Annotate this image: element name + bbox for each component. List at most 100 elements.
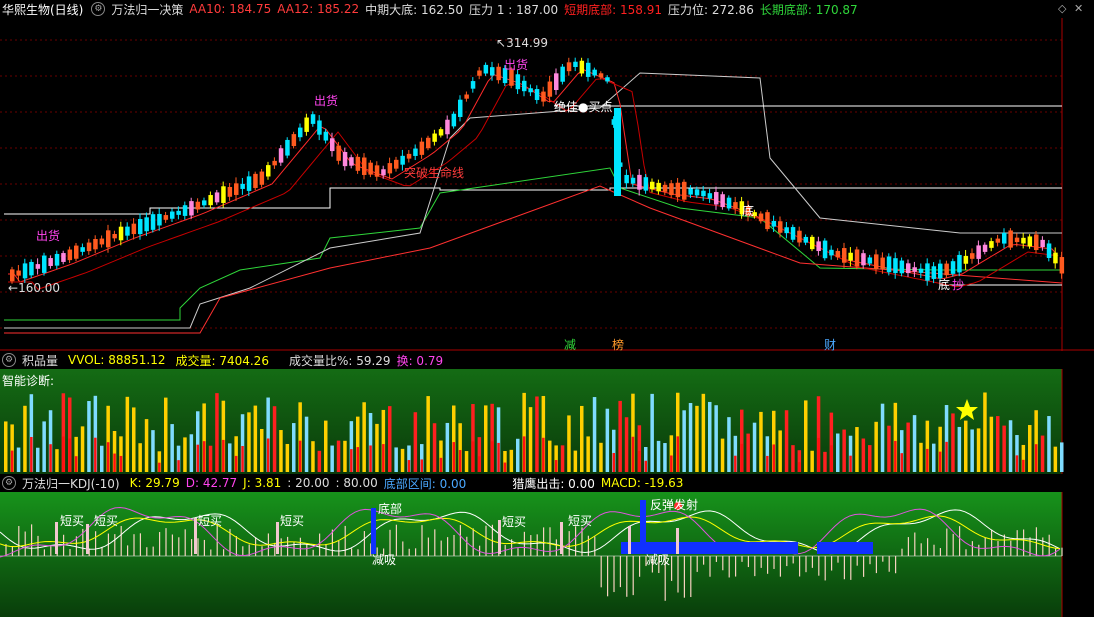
- settings-gear-icon[interactable]: ⚙: [2, 353, 16, 367]
- candle-body: [995, 238, 1001, 243]
- volume-bar: [356, 447, 359, 472]
- volume-bar: [970, 429, 974, 472]
- candle-body: [387, 163, 393, 174]
- candle-body: [803, 236, 809, 243]
- volume-bar: [138, 443, 142, 472]
- volume-bar: [938, 451, 942, 472]
- candle-body: [522, 80, 527, 92]
- candle-body: [451, 113, 457, 127]
- candle-body: [790, 227, 796, 240]
- volume-bar: [983, 392, 987, 472]
- sell-signal-label: 出货: [36, 229, 61, 243]
- volume-bar: [670, 455, 673, 472]
- volume-bar: [868, 459, 871, 472]
- candle-body: [554, 73, 559, 91]
- candle-body: [944, 263, 949, 276]
- volume-bar: [592, 397, 597, 472]
- volume-bar: [132, 407, 136, 472]
- volume-bar: [292, 423, 296, 472]
- candle-body: [534, 89, 540, 101]
- volume-chart[interactable]: [0, 369, 1094, 474]
- short-buy-marker: [86, 524, 89, 554]
- rebound-label: 反弹发射: [650, 498, 699, 512]
- diagnosis-label: 智能诊断:: [2, 374, 55, 388]
- candle-body: [822, 240, 828, 259]
- volume-bar: [330, 445, 334, 472]
- volume-bar: [887, 425, 891, 472]
- candle-body: [842, 248, 847, 263]
- candle-body: [592, 69, 597, 76]
- volume-bar: [458, 450, 462, 472]
- volume-bar: [919, 442, 923, 472]
- kdj-title[interactable]: 万法归一KDJ(-10): [22, 475, 120, 492]
- candle-body: [246, 176, 252, 191]
- candle-body: [1027, 236, 1033, 247]
- volume-bar: [734, 455, 737, 472]
- bottom-signal-label: 底部: [378, 502, 403, 516]
- volume-bar: [362, 402, 366, 472]
- volume-bar: [874, 421, 878, 472]
- volume-bar: [727, 417, 731, 472]
- volume-bar: [638, 450, 641, 472]
- candle-body: [445, 119, 450, 135]
- volume-bar: [94, 437, 97, 472]
- volume-bar: [36, 447, 40, 472]
- candle-body: [1002, 232, 1007, 244]
- candle-body: [330, 138, 335, 152]
- volume-ratio-value: 成交量比%: 59.29: [288, 353, 391, 368]
- short-buy-marker: [194, 518, 197, 554]
- volume-title[interactable]: 积品量: [22, 352, 58, 369]
- volume-bar: [490, 441, 494, 472]
- candle-body: [496, 66, 501, 81]
- volume-bar: [234, 455, 238, 472]
- candle-body: [99, 238, 105, 245]
- candle-body: [771, 220, 777, 227]
- volume-bar: [810, 450, 814, 472]
- candle-body: [886, 256, 892, 273]
- candle-body: [490, 67, 495, 76]
- candle-body: [614, 108, 621, 196]
- price-chart[interactable]: [0, 18, 1094, 351]
- short-buy-label: 短买: [60, 514, 85, 528]
- aa10-value: AA10: 184.75: [189, 2, 272, 16]
- diamond-icon[interactable]: ◇: [1058, 2, 1066, 15]
- volume-bar: [350, 449, 353, 472]
- volume-bar: [631, 436, 635, 472]
- indicator-name[interactable]: 万法归一决策: [111, 1, 183, 18]
- volume-bar: [464, 451, 469, 472]
- settings-gear-icon[interactable]: ⚙: [2, 476, 16, 490]
- volume-indicator-bar: ⚙ 积品量 VVOL: 88851.12 成交量: 7404.26 成交量比%:…: [0, 351, 1094, 369]
- volume-bar: [798, 462, 801, 472]
- volume-bar: [49, 444, 52, 472]
- candle-body: [573, 61, 578, 68]
- volume-bar: [906, 422, 910, 472]
- volume-bar: [784, 410, 789, 472]
- candle-body: [234, 183, 239, 195]
- volume-bar: [542, 437, 545, 472]
- volume-bar: [676, 436, 679, 472]
- volume-bar: [1008, 420, 1013, 472]
- kdj-chart[interactable]: [0, 492, 1094, 617]
- volume-bar: [932, 443, 936, 472]
- volume-bar: [80, 426, 85, 472]
- candle-body: [48, 258, 53, 266]
- volume-bar: [125, 396, 130, 472]
- eagle-value: 猎鹰出击: 0.00: [512, 476, 595, 491]
- candle-body: [368, 162, 373, 175]
- candle-body: [483, 64, 489, 74]
- d-value: D: 42.77: [185, 476, 238, 490]
- candle-body: [624, 174, 629, 184]
- candle-body: [157, 213, 162, 226]
- close-icon[interactable]: ✕: [1074, 2, 1083, 15]
- volume-bar: [285, 443, 290, 472]
- volume-bar: [253, 405, 258, 472]
- candle-body: [579, 60, 585, 74]
- volume-bar: [599, 442, 603, 472]
- settings-gear-icon[interactable]: ⚙: [91, 2, 106, 16]
- volume-right-axis: [1062, 369, 1094, 474]
- volume-bar: [484, 405, 488, 472]
- candle-body: [694, 189, 700, 196]
- volume-bar: [209, 460, 212, 472]
- stock-title[interactable]: 华熙生物(日线): [2, 1, 83, 18]
- volume-bar: [580, 405, 584, 472]
